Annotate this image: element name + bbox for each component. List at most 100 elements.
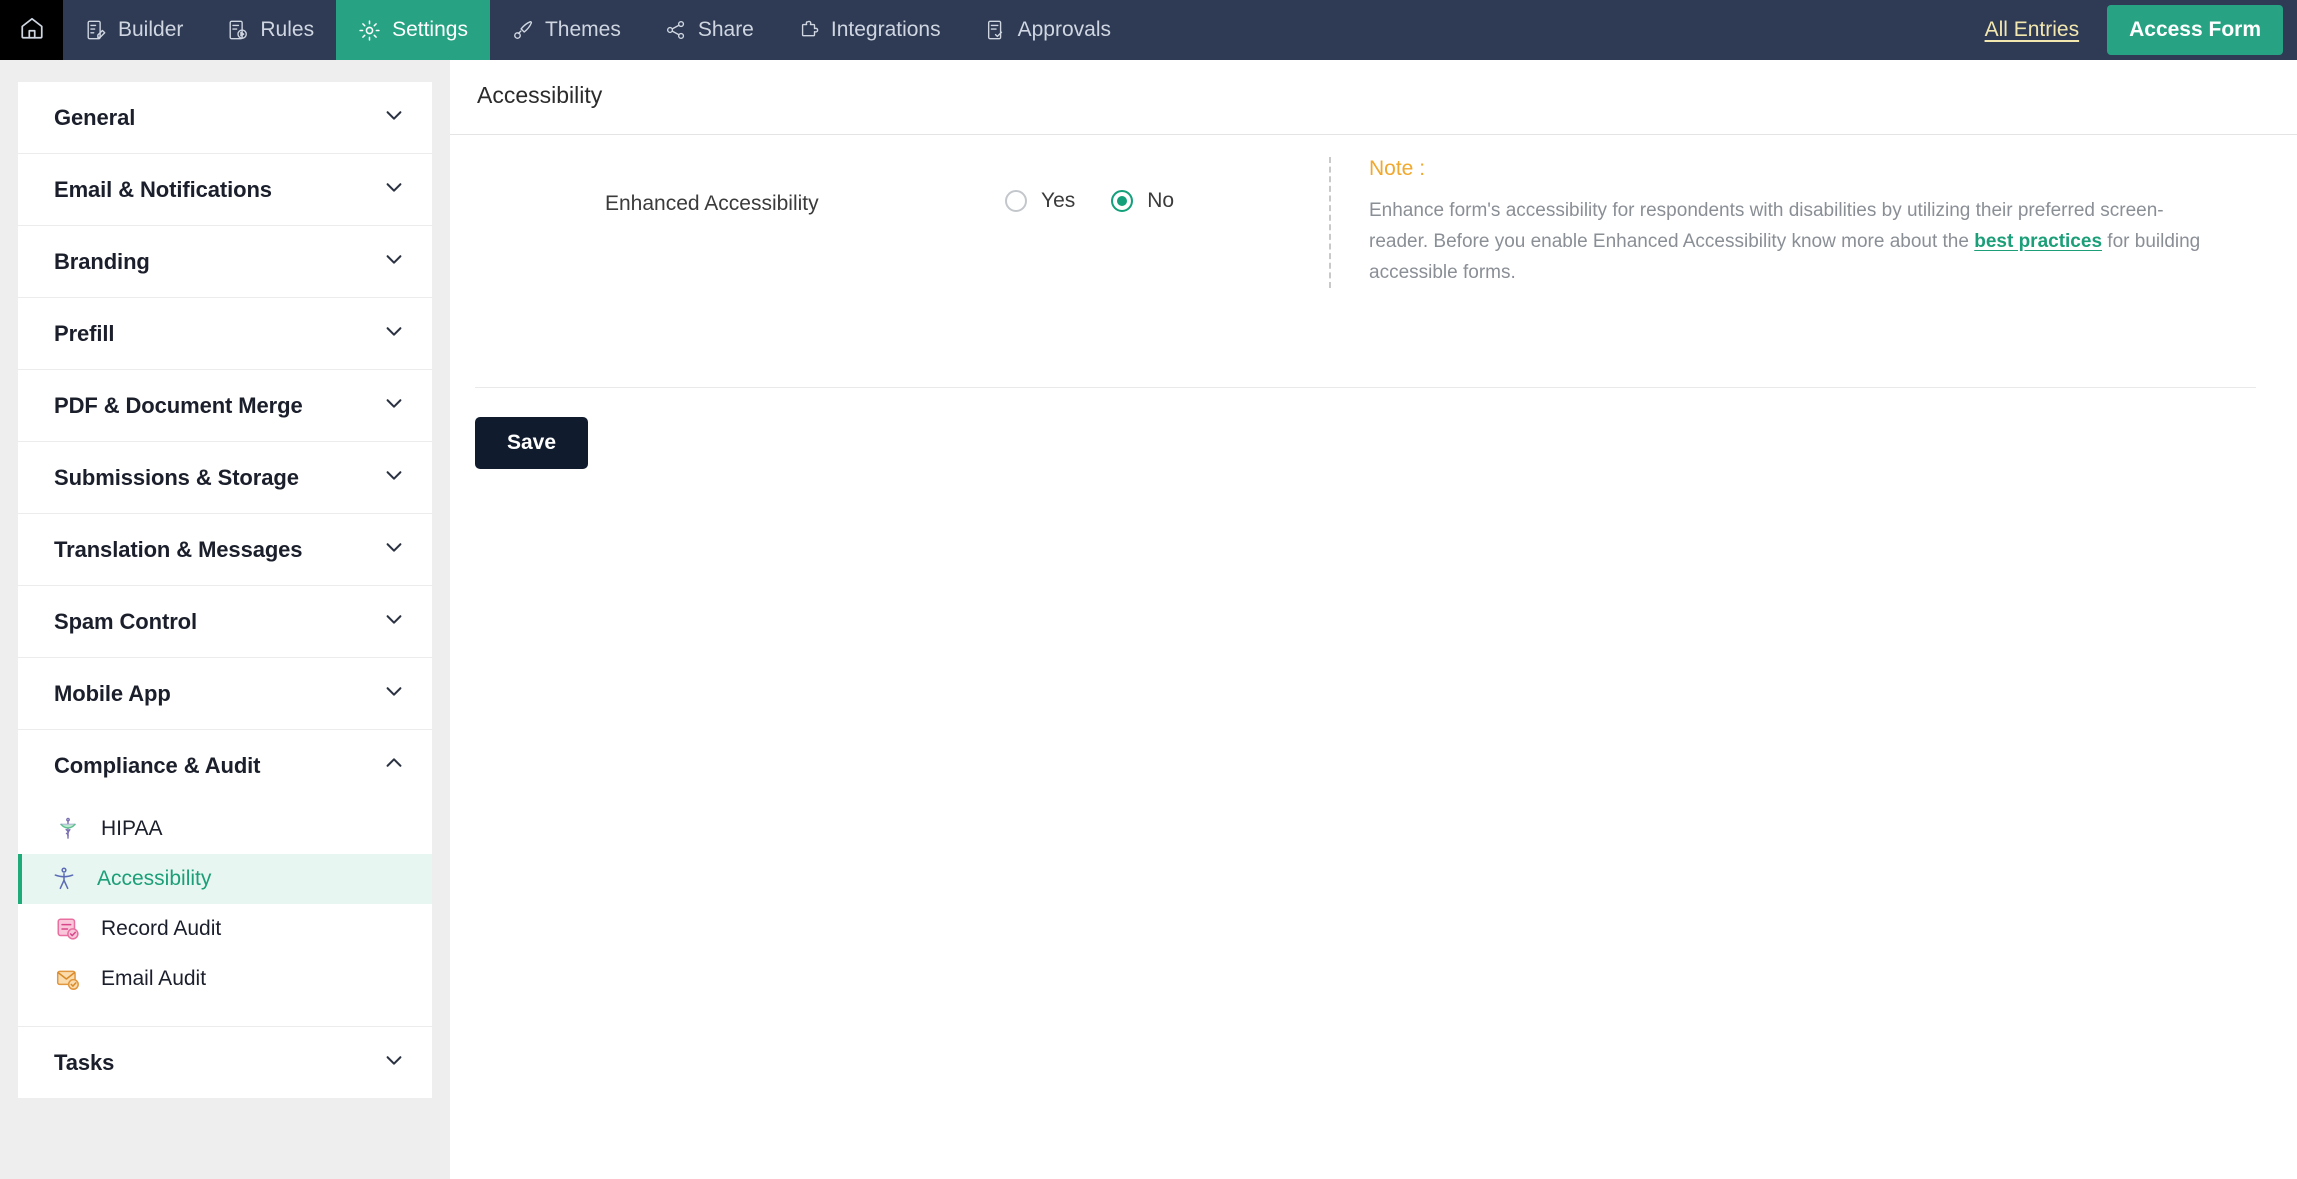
tab-rules[interactable]: Rules	[205, 0, 336, 60]
sidebar-item-submissions-storage[interactable]: Submissions & Storage	[18, 442, 432, 513]
sidebar-group-label: Mobile App	[54, 680, 171, 706]
sidebar-item-accessibility[interactable]: Accessibility	[18, 854, 432, 904]
tab-label: Settings	[392, 18, 468, 41]
settings-main-panel: Accessibility Enhanced Accessibility Yes…	[450, 60, 2297, 1179]
save-button[interactable]: Save	[475, 417, 589, 469]
document-play-icon	[227, 19, 249, 41]
radio-no-indicator[interactable]	[1111, 190, 1134, 212]
chevron-down-icon	[383, 392, 405, 419]
enhanced-accessibility-radio-group: Yes No	[1005, 189, 1174, 213]
home-icon	[19, 15, 45, 46]
sidebar-group-label: Branding	[54, 248, 150, 274]
chevron-down-icon	[383, 464, 405, 491]
tab-label: Rules	[260, 18, 315, 41]
sidebar-group-compliance-audit: Compliance & Audit HIPAA Accessibility R…	[18, 730, 432, 1027]
sidebar-item-record-audit[interactable]: Record Audit	[18, 904, 432, 954]
share-nodes-icon	[665, 19, 687, 41]
tab-integrations[interactable]: Integrations	[776, 0, 963, 60]
envelope-check-icon	[55, 966, 81, 992]
puzzle-icon	[798, 19, 820, 41]
sidebar-group-translation-messages: Translation & Messages	[18, 514, 432, 586]
sidebar-group-label: Submissions & Storage	[54, 464, 299, 490]
sidebar-group-email-notifications: Email & Notifications	[18, 154, 432, 226]
save-divider	[475, 387, 2256, 388]
top-navigation-bar: Builder Rules Settings Themes Share Inte…	[0, 0, 2297, 60]
tab-share[interactable]: Share	[643, 0, 776, 60]
chevron-up-icon	[383, 752, 405, 779]
note-body: Enhance form's accessibility for respond…	[1369, 196, 2209, 288]
tab-builder[interactable]: Builder	[63, 0, 205, 60]
document-check-icon	[985, 19, 1007, 41]
best-practices-link[interactable]: best practices	[1974, 231, 2102, 252]
radio-yes-indicator[interactable]	[1005, 190, 1027, 212]
sidebar-item-prefill[interactable]: Prefill	[18, 298, 432, 369]
sidebar-group-label: Prefill	[54, 320, 115, 346]
compliance-sub-items: HIPAA Accessibility Record Audit Email A…	[18, 801, 432, 1026]
nav-tab-list: Builder Rules Settings Themes Share Inte…	[63, 0, 1133, 60]
sidebar-sub-label: Record Audit	[101, 917, 222, 940]
chevron-down-icon	[383, 248, 405, 275]
paint-brush-icon	[512, 19, 534, 41]
sidebar-group-label: Compliance & Audit	[54, 752, 261, 778]
radio-option-no[interactable]: No	[1111, 189, 1174, 213]
sidebar-item-pdf-document-merge[interactable]: PDF & Document Merge	[18, 370, 432, 441]
gear-icon	[358, 19, 381, 42]
tab-approvals[interactable]: Approvals	[963, 0, 1133, 60]
caduceus-icon	[55, 816, 81, 842]
chevron-down-icon	[383, 320, 405, 347]
page-body: General Email & Notifications Branding P…	[0, 60, 2297, 1179]
chevron-down-icon	[383, 536, 405, 563]
sidebar-group-label: Translation & Messages	[54, 536, 303, 562]
sidebar-group-branding: Branding	[18, 226, 432, 298]
tab-label: Approvals	[1017, 18, 1112, 41]
sidebar-group-pdf-document-merge: PDF & Document Merge	[18, 370, 432, 442]
sidebar-item-email-audit[interactable]: Email Audit	[18, 954, 432, 1004]
sidebar-item-compliance-audit[interactable]: Compliance & Audit	[18, 730, 432, 801]
sidebar-group-submissions-storage: Submissions & Storage	[18, 442, 432, 514]
sidebar-group-mobile-app: Mobile App	[18, 658, 432, 730]
tab-label: Integrations	[830, 18, 941, 41]
sidebar-item-translation-messages[interactable]: Translation & Messages	[18, 514, 432, 585]
accessibility-form-row: Enhanced Accessibility Yes No Note : Enh…	[450, 135, 2297, 289]
chevron-down-icon	[383, 680, 405, 707]
sidebar-group-label: Email & Notifications	[54, 176, 272, 202]
chevron-down-icon	[383, 1049, 405, 1076]
settings-sidebar-card: General Email & Notifications Branding P…	[18, 82, 432, 1098]
sidebar-sub-label: Accessibility	[97, 867, 212, 890]
sidebar-sub-label: Email Audit	[101, 967, 207, 990]
tab-label: Share	[697, 18, 754, 41]
tab-themes[interactable]: Themes	[490, 0, 643, 60]
tab-label: Themes	[544, 18, 621, 41]
tab-label: Builder	[118, 18, 184, 41]
sidebar-group-tasks: Tasks	[18, 1027, 432, 1098]
sidebar-group-spam-control: Spam Control	[18, 586, 432, 658]
sidebar-sub-label: HIPAA	[101, 817, 163, 840]
note-panel: Note : Enhance form's accessibility for …	[1329, 157, 2209, 289]
page-title: Accessibility	[477, 82, 603, 108]
radio-yes-label: Yes	[1041, 189, 1076, 212]
sidebar-scrollbar[interactable]	[432, 82, 442, 1157]
sidebar-item-mobile-app[interactable]: Mobile App	[18, 658, 432, 729]
sidebar-group-prefill: Prefill	[18, 298, 432, 370]
chevron-down-icon	[383, 104, 405, 131]
chevron-down-icon	[383, 176, 405, 203]
sidebar-group-general: General	[18, 82, 432, 154]
sidebar-item-general[interactable]: General	[18, 82, 432, 153]
accessibility-person-icon	[51, 866, 77, 892]
radio-option-yes[interactable]: Yes	[1005, 189, 1075, 213]
access-form-button[interactable]: Access Form	[2107, 5, 2283, 55]
tab-settings[interactable]: Settings	[336, 0, 490, 60]
home-button[interactable]	[0, 0, 63, 60]
all-entries-link[interactable]: All Entries	[1985, 18, 2080, 42]
sidebar-group-label: Spam Control	[54, 608, 198, 634]
sidebar-group-label: Tasks	[54, 1049, 115, 1075]
sidebar-item-tasks[interactable]: Tasks	[18, 1027, 432, 1098]
sidebar-group-label: PDF & Document Merge	[54, 392, 303, 418]
sidebar-item-spam-control[interactable]: Spam Control	[18, 586, 432, 657]
document-pen-icon	[85, 19, 107, 41]
sidebar-item-email-notifications[interactable]: Email & Notifications	[18, 154, 432, 225]
note-title: Note :	[1369, 157, 1426, 180]
sidebar-item-hipaa[interactable]: HIPAA	[18, 804, 432, 854]
settings-sidebar: General Email & Notifications Branding P…	[0, 60, 450, 1179]
sidebar-item-branding[interactable]: Branding	[18, 226, 432, 297]
